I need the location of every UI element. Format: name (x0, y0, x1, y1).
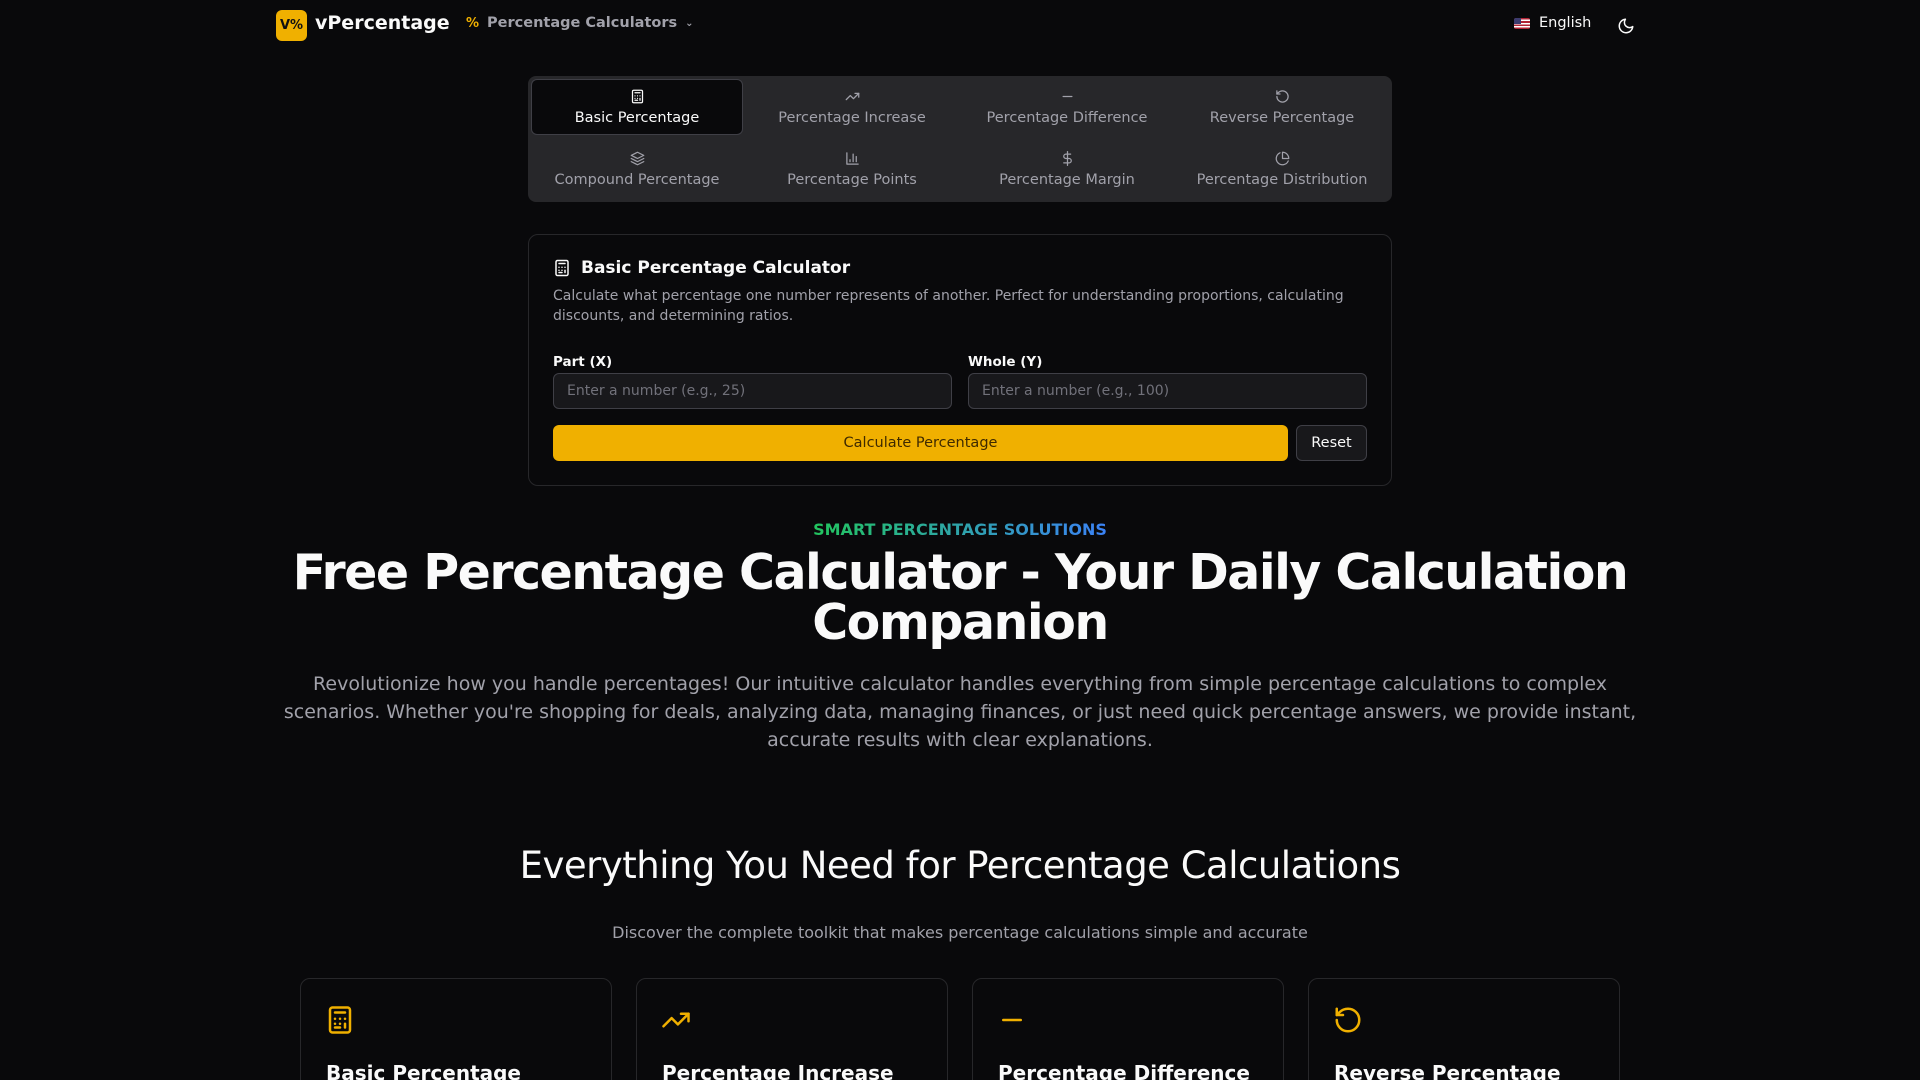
feature-card-title: Percentage Difference (998, 1061, 1250, 1080)
dollar-icon (1062, 150, 1072, 166)
part-label: Part (X) (553, 354, 613, 370)
tab-percentage-difference[interactable]: Percentage Difference (961, 79, 1173, 135)
calculator-icon (328, 1006, 352, 1034)
tab-reverse-percentage[interactable]: Reverse Percentage (1176, 79, 1388, 135)
trending-up-icon (845, 92, 859, 100)
layers-icon (630, 151, 644, 165)
percent-icon: % (466, 15, 480, 31)
hero-eyebrow-text: SMART PERCENTAGE SOLUTIONS (813, 520, 1107, 539)
trending-up-icon (662, 1012, 690, 1028)
tab-label: Percentage Margin (999, 171, 1135, 188)
feature-card-title: Basic Percentage (326, 1061, 521, 1080)
tab-label: Basic Percentage (574, 109, 700, 126)
language-label: English (1539, 15, 1592, 31)
tab-label: Percentage Increase (778, 109, 926, 126)
tab-compound-percentage[interactable]: Compound Percentage (531, 141, 743, 197)
feature-card-reverse-percentage[interactable]: Reverse Percentage (1308, 978, 1620, 1080)
us-flag-icon (1514, 17, 1530, 29)
chevron-down-icon: ⌄ (685, 17, 694, 29)
calculator-tabs: Basic Percentage Percentage Increase Per… (528, 76, 1392, 202)
whole-label: Whole (Y) (968, 354, 1043, 370)
feature-card-percentage-difference[interactable]: Percentage Difference (972, 978, 1284, 1080)
calculator-icon (631, 89, 643, 103)
whole-input[interactable] (968, 373, 1367, 409)
tab-label: Percentage Distribution (1196, 171, 1368, 188)
rotate-ccw-icon (1275, 89, 1289, 103)
tab-basic-percentage[interactable]: Basic Percentage (531, 79, 743, 135)
feature-card-title: Reverse Percentage (1334, 1061, 1561, 1080)
calculators-menu-label: Percentage Calculators (487, 15, 678, 31)
bar-chart-icon (845, 151, 859, 165)
part-input[interactable] (553, 373, 952, 409)
features-subtitle: Discover the complete toolkit that makes… (612, 923, 1308, 942)
feature-card-basic-percentage[interactable]: Basic Percentage (300, 978, 612, 1080)
minus-icon (1062, 95, 1072, 97)
feature-card-percentage-increase[interactable]: Percentage Increase (636, 978, 948, 1080)
calculate-button[interactable]: Calculate Percentage (553, 425, 1288, 461)
feature-card-title: Percentage Increase (662, 1061, 894, 1080)
calculators-menu[interactable]: % Percentage Calculators ⌄ (466, 15, 694, 31)
minus-icon (1002, 1018, 1022, 1022)
moon-icon[interactable] (1617, 17, 1635, 35)
hero-title: Free Percentage Calculator - Your Daily … (292, 544, 1629, 651)
brand-name[interactable]: vPercentage (315, 12, 450, 34)
calculator-title-text: Basic Percentage Calculator (581, 258, 851, 278)
logo-badge[interactable]: V% (276, 10, 307, 41)
pie-chart-icon (1275, 151, 1289, 165)
tab-percentage-distribution[interactable]: Percentage Distribution (1176, 141, 1388, 197)
calculator-icon (555, 259, 569, 277)
calculator-title: Basic Percentage Calculator (553, 258, 850, 278)
tab-label: Percentage Difference (986, 109, 1148, 126)
features-title: Everything You Need for Percentage Calcu… (519, 844, 1401, 887)
calculator-description: Calculate what percentage one number rep… (553, 288, 1344, 324)
tab-percentage-increase[interactable]: Percentage Increase (746, 79, 958, 135)
tab-percentage-margin[interactable]: Percentage Margin (961, 141, 1173, 197)
tab-label: Percentage Points (787, 171, 917, 188)
tab-label: Reverse Percentage (1209, 109, 1355, 126)
reset-button[interactable]: Reset (1296, 425, 1367, 461)
language-selector[interactable]: English (1514, 15, 1591, 31)
tab-label: Compound Percentage (554, 171, 720, 188)
hero-eyebrow: SMART PERCENTAGE SOLUTIONS (0, 520, 1920, 539)
hero-description: Revolutionize how you handle percentages… (283, 673, 1637, 751)
tab-percentage-points[interactable]: Percentage Points (746, 141, 958, 197)
rotate-ccw-icon (1335, 1007, 1361, 1033)
